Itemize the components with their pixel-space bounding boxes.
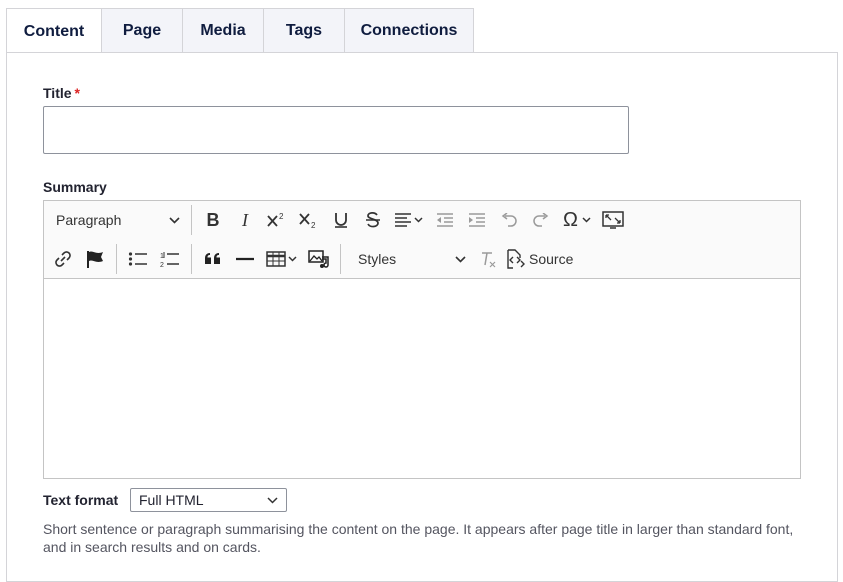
chevron-down-icon [582, 217, 591, 223]
bold-icon: B [206, 209, 220, 230]
text-format-select[interactable]: Full HTML [130, 488, 287, 512]
toolbar-separator [191, 205, 192, 235]
bulleted-list-icon [128, 251, 148, 267]
heading-dropdown[interactable]: Paragraph [44, 205, 186, 235]
title-label-text: Title [43, 85, 72, 101]
align-left-icon [394, 212, 424, 228]
chevron-down-icon [455, 255, 466, 263]
underline-icon [333, 211, 349, 229]
bold-button[interactable]: B [198, 205, 228, 235]
svg-text:2: 2 [160, 262, 164, 268]
superscript-button[interactable]: 2 [262, 205, 292, 235]
fullscreen-icon [602, 211, 624, 229]
heading-dropdown-label: Paragraph [56, 212, 122, 228]
toolbar-separator [116, 244, 117, 274]
italic-button[interactable]: I [230, 205, 260, 235]
table-icon [266, 250, 298, 268]
table-dropdown[interactable] [262, 244, 302, 274]
chevron-down-icon [267, 496, 278, 504]
summary-label: Summary [43, 179, 107, 195]
title-label: Title * [43, 85, 80, 101]
styles-dropdown-label: Styles [358, 251, 397, 267]
svg-text:2: 2 [311, 221, 316, 229]
tab-content[interactable]: Content [7, 9, 102, 54]
flag-icon [85, 249, 105, 269]
underline-button[interactable] [326, 205, 356, 235]
redo-icon [532, 213, 550, 227]
svg-text:2: 2 [279, 212, 284, 221]
redo-button[interactable] [526, 205, 556, 235]
source-label: Source [529, 251, 574, 267]
omega-icon: Ω [563, 208, 578, 231]
horizontal-line-button[interactable] [230, 244, 260, 274]
tab-bar: Content Page Media Tags Connections [6, 8, 474, 54]
media-icon [308, 249, 330, 269]
undo-icon [500, 213, 518, 227]
undo-button[interactable] [494, 205, 524, 235]
title-input[interactable] [43, 106, 629, 154]
fullscreen-button[interactable] [598, 205, 628, 235]
tab-page[interactable]: Page [102, 9, 183, 53]
remove-format-icon [479, 250, 497, 268]
svg-text:1: 1 [160, 253, 164, 260]
insert-media-button[interactable] [304, 244, 334, 274]
numbered-list-button[interactable]: 12 [155, 244, 185, 274]
chevron-down-icon [169, 216, 180, 224]
outdent-button[interactable] [430, 205, 460, 235]
summary-editor: Paragraph B I 2 2 Ω 1 2 Styles Source [43, 200, 801, 479]
subscript-button[interactable]: 2 [294, 205, 324, 235]
alignment-dropdown[interactable] [390, 205, 428, 235]
indent-icon [468, 212, 486, 228]
required-mark: * [74, 85, 80, 101]
toolbar-separator [191, 244, 192, 274]
text-format-label: Text format [43, 492, 119, 508]
horizontal-line-icon [235, 256, 255, 262]
numbered-list-icon: 12 [160, 250, 180, 268]
blockquote-button[interactable] [198, 244, 228, 274]
link-icon [54, 250, 72, 268]
remove-format-button[interactable] [473, 244, 503, 274]
superscript-icon: 2 [266, 211, 288, 229]
indent-button[interactable] [462, 205, 492, 235]
source-button[interactable]: Source [505, 244, 573, 274]
strikethrough-button[interactable] [358, 205, 388, 235]
outdent-icon [436, 212, 454, 228]
editor-toolbar: Paragraph B I 2 2 Ω 1 2 Styles Source [44, 201, 800, 279]
summary-content-area[interactable] [44, 280, 800, 478]
anchor-button[interactable] [80, 244, 110, 274]
bulleted-list-button[interactable] [123, 244, 153, 274]
text-format-value: Full HTML [139, 492, 204, 508]
source-icon [505, 249, 525, 269]
subscript-icon: 2 [298, 211, 320, 229]
summary-help-text: Short sentence or paragraph summarising … [43, 521, 794, 555]
quote-icon [204, 252, 222, 266]
special-characters-dropdown[interactable]: Ω [558, 205, 596, 235]
styles-dropdown[interactable]: Styles [346, 244, 472, 274]
strikethrough-icon [365, 211, 381, 229]
tab-connections[interactable]: Connections [345, 9, 473, 53]
italic-icon: I [242, 209, 248, 230]
tab-media[interactable]: Media [183, 9, 264, 53]
toolbar-separator [340, 244, 341, 274]
tab-tags[interactable]: Tags [264, 9, 345, 53]
link-button[interactable] [48, 244, 78, 274]
